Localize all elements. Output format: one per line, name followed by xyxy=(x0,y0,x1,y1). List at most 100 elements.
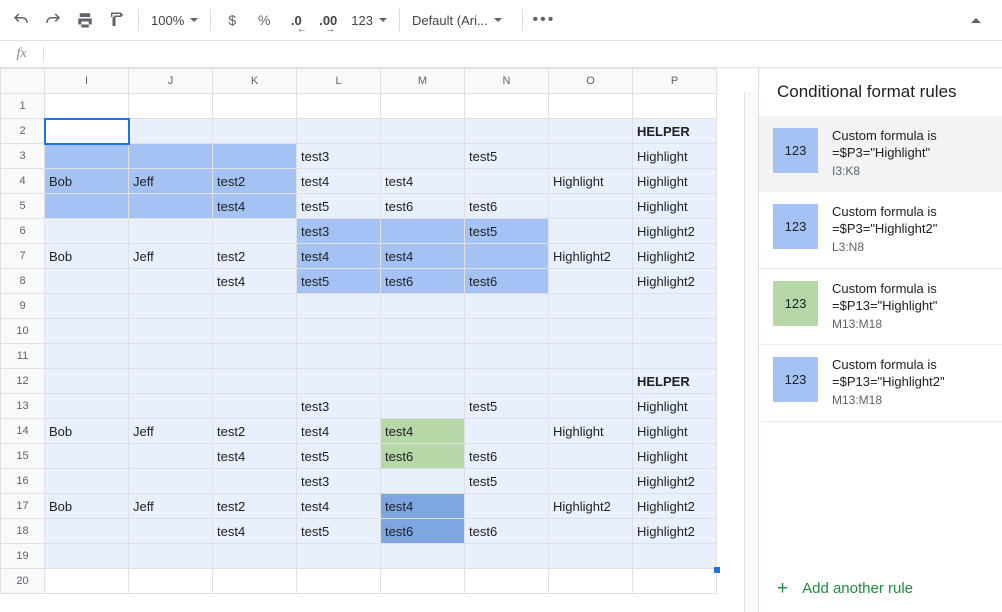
format-rule[interactable]: 123Custom formula is=$P13="Highlight"M13… xyxy=(759,269,1002,345)
cell[interactable]: test5 xyxy=(297,269,381,294)
increase-decimal-button[interactable]: .00→ xyxy=(313,5,343,35)
cell[interactable] xyxy=(381,344,465,369)
cell[interactable] xyxy=(45,544,129,569)
cell[interactable] xyxy=(213,544,297,569)
cell[interactable] xyxy=(549,444,633,469)
cell[interactable] xyxy=(213,569,297,594)
cell[interactable] xyxy=(549,219,633,244)
cell[interactable] xyxy=(45,119,129,144)
cell[interactable] xyxy=(381,144,465,169)
row-header[interactable]: 13 xyxy=(1,394,45,419)
cell[interactable] xyxy=(549,119,633,144)
cell[interactable]: test4 xyxy=(381,244,465,269)
row-header[interactable]: 3 xyxy=(1,144,45,169)
cell[interactable] xyxy=(465,569,549,594)
cell[interactable]: test4 xyxy=(297,169,381,194)
add-rule-button[interactable]: + Add another rule xyxy=(759,565,1002,612)
row-header[interactable]: 16 xyxy=(1,469,45,494)
cell[interactable] xyxy=(45,394,129,419)
cell[interactable] xyxy=(633,569,717,594)
cell[interactable] xyxy=(213,369,297,394)
cell[interactable] xyxy=(45,144,129,169)
cell[interactable] xyxy=(633,319,717,344)
column-header[interactable]: J xyxy=(129,69,213,94)
cell[interactable]: Highlight2 xyxy=(633,519,717,544)
sheet-area[interactable]: IJKLMNOP12HELPER3test3test5Highlight4Bob… xyxy=(0,68,758,612)
cell[interactable]: test4 xyxy=(297,494,381,519)
column-header[interactable]: I xyxy=(45,69,129,94)
cell[interactable]: test3 xyxy=(297,144,381,169)
column-header[interactable]: L xyxy=(297,69,381,94)
cell[interactable] xyxy=(129,294,213,319)
cell[interactable] xyxy=(381,219,465,244)
cell[interactable] xyxy=(213,319,297,344)
cell[interactable]: Highlight xyxy=(633,194,717,219)
cell[interactable] xyxy=(129,519,213,544)
cell[interactable]: test3 xyxy=(297,219,381,244)
row-header[interactable]: 10 xyxy=(1,319,45,344)
cell[interactable] xyxy=(45,294,129,319)
row-header[interactable]: 11 xyxy=(1,344,45,369)
decrease-decimal-button[interactable]: .0← xyxy=(281,5,311,35)
cell[interactable] xyxy=(45,319,129,344)
cell[interactable] xyxy=(297,369,381,394)
cell[interactable] xyxy=(633,94,717,119)
cell[interactable] xyxy=(297,94,381,119)
cell[interactable] xyxy=(213,294,297,319)
cell[interactable]: Highlight2 xyxy=(633,494,717,519)
cell[interactable] xyxy=(213,344,297,369)
cell[interactable] xyxy=(45,219,129,244)
cell[interactable] xyxy=(381,94,465,119)
row-header[interactable]: 5 xyxy=(1,194,45,219)
cell[interactable]: test5 xyxy=(465,394,549,419)
cell[interactable] xyxy=(213,144,297,169)
cell[interactable]: Bob xyxy=(45,244,129,269)
cell[interactable]: test5 xyxy=(465,469,549,494)
row-header[interactable]: 15 xyxy=(1,444,45,469)
print-button[interactable] xyxy=(70,5,100,35)
cell[interactable] xyxy=(381,469,465,494)
cell[interactable] xyxy=(297,344,381,369)
cell[interactable] xyxy=(129,94,213,119)
cell[interactable]: Highlight xyxy=(633,419,717,444)
cell[interactable] xyxy=(381,544,465,569)
cell[interactable]: Highlight2 xyxy=(633,469,717,494)
cell[interactable]: Highlight2 xyxy=(549,244,633,269)
cell[interactable]: test5 xyxy=(297,444,381,469)
cell[interactable] xyxy=(549,544,633,569)
format-rule[interactable]: 123Custom formula is=$P3="Highlight"I3:K… xyxy=(759,116,1002,192)
cell[interactable] xyxy=(129,269,213,294)
cell[interactable]: Highlight2 xyxy=(549,494,633,519)
more-button[interactable]: ••• xyxy=(529,5,559,35)
cell[interactable]: test4 xyxy=(213,444,297,469)
cell[interactable] xyxy=(465,119,549,144)
cell[interactable]: test2 xyxy=(213,169,297,194)
cell[interactable]: Highlight2 xyxy=(633,244,717,269)
cell[interactable] xyxy=(381,319,465,344)
cell[interactable] xyxy=(129,444,213,469)
cell[interactable] xyxy=(465,344,549,369)
cell[interactable]: Highlight xyxy=(549,169,633,194)
cell[interactable]: Highlight2 xyxy=(633,219,717,244)
cell[interactable] xyxy=(45,444,129,469)
row-header[interactable]: 18 xyxy=(1,519,45,544)
cell[interactable] xyxy=(129,569,213,594)
cell[interactable]: Jeff xyxy=(129,244,213,269)
cell[interactable]: Bob xyxy=(45,419,129,444)
cell[interactable]: Highlight2 xyxy=(633,269,717,294)
cell[interactable] xyxy=(45,469,129,494)
cell[interactable]: test5 xyxy=(465,144,549,169)
cell[interactable] xyxy=(129,394,213,419)
cell[interactable]: test4 xyxy=(213,519,297,544)
cell[interactable] xyxy=(465,544,549,569)
cell[interactable]: test5 xyxy=(465,219,549,244)
cell[interactable] xyxy=(45,519,129,544)
cell[interactable] xyxy=(465,369,549,394)
cell[interactable]: Bob xyxy=(45,169,129,194)
cell[interactable]: test2 xyxy=(213,419,297,444)
cell[interactable] xyxy=(549,344,633,369)
cell[interactable] xyxy=(549,319,633,344)
cell[interactable] xyxy=(213,94,297,119)
spreadsheet-grid[interactable]: IJKLMNOP12HELPER3test3test5Highlight4Bob… xyxy=(0,68,717,594)
cell[interactable] xyxy=(465,294,549,319)
